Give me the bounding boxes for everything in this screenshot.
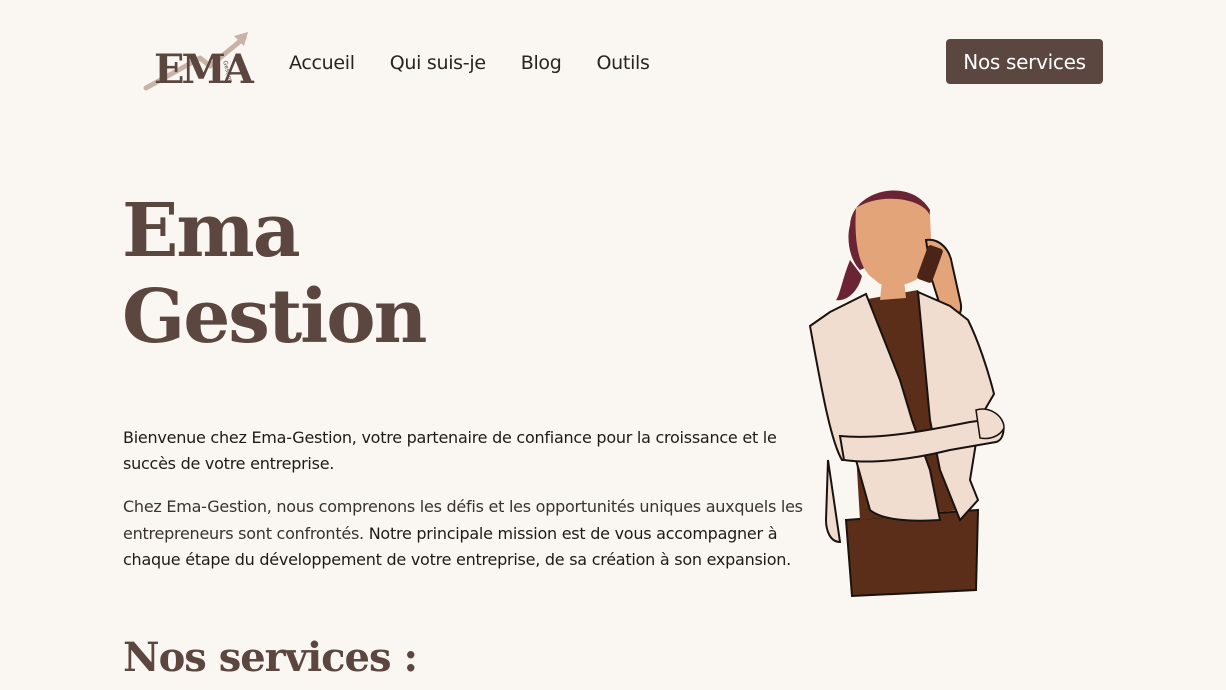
nav-outils[interactable]: Outils: [597, 50, 650, 76]
nav-blog[interactable]: Blog: [521, 50, 562, 76]
logo[interactable]: EMA Gestion: [140, 28, 254, 94]
intro-text: Bienvenue chez Ema-Gestion, votre parten…: [123, 428, 777, 473]
logo-text: EMA: [154, 46, 254, 93]
businesswoman-illustration: [808, 190, 1005, 598]
nav-qui-suis-je[interactable]: Qui suis-je: [390, 50, 486, 76]
nav-accueil[interactable]: Accueil: [289, 50, 355, 76]
nos-services-button[interactable]: Nos services: [946, 39, 1103, 84]
main-nav: Accueil Qui suis-je Blog Outils: [289, 50, 650, 76]
title-line-2: Gestion: [122, 274, 427, 360]
services-heading: Nos services :: [123, 634, 418, 681]
page-title: Ema Gestion: [122, 188, 427, 360]
mission-paragraph: Chez Ema-Gestion, nous comprenons les dé…: [123, 494, 813, 574]
title-line-1: Ema: [122, 188, 301, 274]
